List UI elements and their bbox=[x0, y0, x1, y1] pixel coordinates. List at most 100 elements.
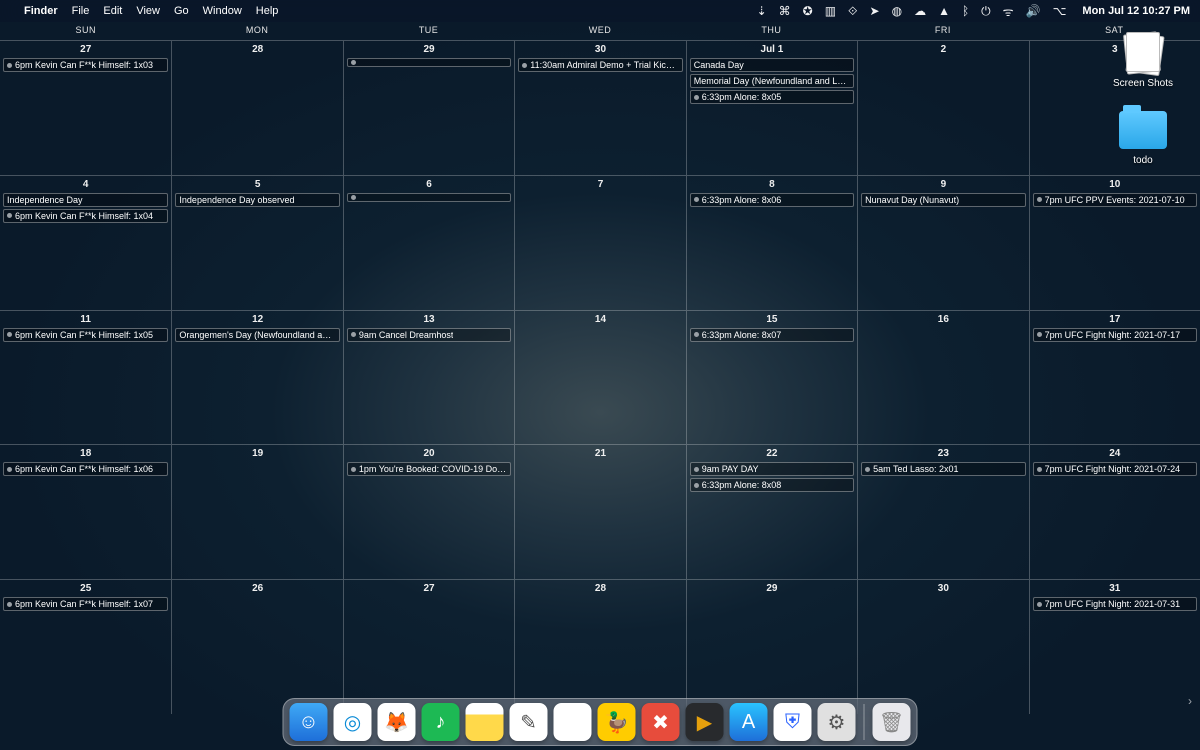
next-arrow-icon[interactable]: › bbox=[1188, 694, 1192, 708]
calendar-event[interactable]: 6:33pm Alone: 8x05 bbox=[690, 90, 854, 104]
calendar-cell[interactable]: 29 bbox=[686, 579, 857, 714]
menu-view[interactable]: View bbox=[136, 5, 160, 17]
wifi-icon[interactable]: ᯤ bbox=[1003, 3, 1014, 20]
status-icon[interactable]: ◍ bbox=[892, 4, 902, 18]
calendar-cell[interactable]: 107pm UFC PPV Events: 2021-07-10 bbox=[1029, 175, 1200, 310]
status-icon[interactable]: ✪ bbox=[803, 4, 813, 18]
calendar-cell[interactable]: 21 bbox=[514, 444, 685, 579]
calendar-cell[interactable]: 12Orangemen's Day (Newfoundland and Labr… bbox=[171, 310, 342, 445]
menu-window[interactable]: Window bbox=[203, 5, 242, 17]
calendar-cell[interactable]: 30 bbox=[857, 579, 1028, 714]
calendar-cell[interactable]: 116pm Kevin Can F**k Himself: 1x05 bbox=[0, 310, 171, 445]
calendar-cell[interactable]: 317pm UFC Fight Night: 2021-07-31› bbox=[1029, 579, 1200, 714]
calendar-event[interactable]: 6pm Kevin Can F**k Himself: 1x04 bbox=[3, 209, 168, 223]
calendar-event[interactable] bbox=[347, 193, 511, 202]
calendar-cell[interactable]: 7 bbox=[514, 175, 685, 310]
duck-app[interactable]: 🦆 bbox=[598, 703, 636, 741]
calendar-cell[interactable]: 186pm Kevin Can F**k Himself: 1x06 bbox=[0, 444, 171, 579]
calendar-cell[interactable]: 16 bbox=[857, 310, 1028, 445]
menu-help[interactable]: Help bbox=[256, 5, 279, 17]
calendar-cell[interactable]: 86:33pm Alone: 8x06 bbox=[686, 175, 857, 310]
calendar-cell[interactable]: 28 bbox=[171, 40, 342, 175]
calendar-event[interactable]: Independence Day bbox=[3, 193, 168, 207]
calendar-event[interactable]: 5am Ted Lasso: 2x01 bbox=[861, 462, 1025, 476]
calendar-event[interactable]: 6pm Kevin Can F**k Himself: 1x07 bbox=[3, 597, 168, 611]
calendar-cell[interactable]: 156:33pm Alone: 8x07 bbox=[686, 310, 857, 445]
calendar-cell[interactable]: 6 bbox=[343, 175, 514, 310]
red-app[interactable]: ✖ bbox=[642, 703, 680, 741]
status-icon[interactable]: ⟐ bbox=[848, 4, 857, 19]
calendar-cell[interactable]: 139am Cancel Dreamhost bbox=[343, 310, 514, 445]
calendar-event[interactable]: Independence Day observed bbox=[175, 193, 339, 207]
calendar-event[interactable]: 7pm UFC PPV Events: 2021-07-10 bbox=[1033, 193, 1197, 207]
menu-edit[interactable]: Edit bbox=[103, 5, 122, 17]
textedit-app[interactable]: ✎ bbox=[510, 703, 548, 741]
calendar-event[interactable]: 7pm UFC Fight Night: 2021-07-24 bbox=[1033, 462, 1197, 476]
calendar-event[interactable]: Nunavut Day (Nunavut) bbox=[861, 193, 1025, 207]
calendar-cell[interactable]: 28 bbox=[514, 579, 685, 714]
finder-app[interactable]: ☺ bbox=[290, 703, 328, 741]
calendar-event[interactable]: 6pm Kevin Can F**k Himself: 1x03 bbox=[3, 58, 168, 72]
calendar-cell[interactable]: 14 bbox=[514, 310, 685, 445]
calendar-event[interactable]: 6:33pm Alone: 8x06 bbox=[690, 193, 854, 207]
calendar-event[interactable]: 6:33pm Alone: 8x07 bbox=[690, 328, 854, 342]
calendar-event[interactable]: 1pm You're Booked: COVID-19 Dose 2 Appoi… bbox=[347, 462, 511, 476]
plex-app[interactable]: ▶ bbox=[686, 703, 724, 741]
control-center-icon[interactable]: ⌥ bbox=[1053, 4, 1067, 18]
calendar-event[interactable]: 7pm UFC Fight Night: 2021-07-17 bbox=[1033, 328, 1197, 342]
calendar-cell[interactable]: 235am Ted Lasso: 2x01 bbox=[857, 444, 1028, 579]
bluetooth-icon[interactable]: ᛒ bbox=[962, 4, 969, 18]
calendar-cell[interactable]: 247pm UFC Fight Night: 2021-07-24 bbox=[1029, 444, 1200, 579]
menubar-app-name[interactable]: Finder bbox=[24, 5, 58, 17]
status-icon[interactable]: ⌘ bbox=[779, 4, 791, 18]
calendar-cell[interactable]: 177pm UFC Fight Night: 2021-07-17 bbox=[1029, 310, 1200, 445]
date-number: 24 bbox=[1033, 447, 1197, 462]
calendar-cell[interactable]: 27 bbox=[343, 579, 514, 714]
calendar-cell[interactable]: 19 bbox=[171, 444, 342, 579]
calendar-event[interactable]: 9am Cancel Dreamhost bbox=[347, 328, 511, 342]
calendar-event[interactable]: 7pm UFC Fight Night: 2021-07-31 bbox=[1033, 597, 1197, 611]
menubar-clock[interactable]: Mon Jul 12 10:27 PM bbox=[1082, 5, 1190, 17]
calendar-event[interactable]: 6:33pm Alone: 8x08 bbox=[690, 478, 854, 492]
settings-app[interactable]: ⚙ bbox=[818, 703, 856, 741]
status-icon[interactable]: ⇣ bbox=[757, 4, 767, 18]
calendar-event[interactable]: Orangemen's Day (Newfoundland and Labrad… bbox=[175, 328, 339, 342]
calendar-cell[interactable]: Jul 1Canada DayMemorial Day (Newfoundlan… bbox=[686, 40, 857, 175]
appstore-app[interactable]: A bbox=[730, 703, 768, 741]
status-icon[interactable]: ➤ bbox=[870, 4, 880, 18]
calendar-cell[interactable]: 2 bbox=[857, 40, 1028, 175]
volume-icon[interactable]: 🔊 bbox=[1026, 4, 1041, 18]
todo-folder[interactable]: todo bbox=[1098, 107, 1188, 166]
calendar-event[interactable]: Canada Day bbox=[690, 58, 854, 72]
calendar-event[interactable]: 11:30am Admiral Demo + Trial Kick Off bbox=[518, 58, 682, 72]
calendar-event[interactable]: Memorial Day (Newfoundland and Labrador) bbox=[690, 74, 854, 88]
screenshots-stack[interactable]: Screen Shots bbox=[1098, 30, 1188, 89]
calendar-cell[interactable]: 201pm You're Booked: COVID-19 Dose 2 App… bbox=[343, 444, 514, 579]
menu-file[interactable]: File bbox=[72, 5, 90, 17]
trash[interactable]: 🗑 bbox=[873, 703, 911, 741]
status-icon[interactable]: ⏻ bbox=[981, 4, 991, 19]
firefox-app[interactable]: 🦊 bbox=[378, 703, 416, 741]
notes-app[interactable] bbox=[466, 703, 504, 741]
shield-app[interactable]: ⛨ bbox=[774, 703, 812, 741]
spotify-app[interactable]: ♪ bbox=[422, 703, 460, 741]
status-icon[interactable]: ☁ bbox=[914, 4, 926, 18]
calendar-event[interactable]: 6pm Kevin Can F**k Himself: 1x06 bbox=[3, 462, 168, 476]
calendar-cell[interactable]: 29 bbox=[343, 40, 514, 175]
calendar-cell[interactable]: 276pm Kevin Can F**k Himself: 1x03 bbox=[0, 40, 171, 175]
calendar-event[interactable]: 9am PAY DAY bbox=[690, 462, 854, 476]
calendar-event[interactable] bbox=[347, 58, 511, 67]
calendar-cell[interactable]: 9Nunavut Day (Nunavut) bbox=[857, 175, 1028, 310]
menu-go[interactable]: Go bbox=[174, 5, 189, 17]
calendar-cell[interactable]: 3011:30am Admiral Demo + Trial Kick Off bbox=[514, 40, 685, 175]
calendar-event[interactable]: 6pm Kevin Can F**k Himself: 1x05 bbox=[3, 328, 168, 342]
edge-app[interactable]: ◎ bbox=[334, 703, 372, 741]
status-icon[interactable]: ▲ bbox=[938, 4, 950, 18]
status-icon[interactable]: ▥ bbox=[825, 4, 836, 18]
calendar-cell[interactable]: 4Independence Day6pm Kevin Can F**k Hims… bbox=[0, 175, 171, 310]
calendar-cell[interactable]: 256pm Kevin Can F**k Himself: 1x07 bbox=[0, 579, 171, 714]
calendar-cell[interactable]: 5Independence Day observed bbox=[171, 175, 342, 310]
preview-app[interactable]: 🏞 bbox=[554, 703, 592, 741]
calendar-cell[interactable]: 229am PAY DAY6:33pm Alone: 8x08 bbox=[686, 444, 857, 579]
calendar-cell[interactable]: 26 bbox=[171, 579, 342, 714]
